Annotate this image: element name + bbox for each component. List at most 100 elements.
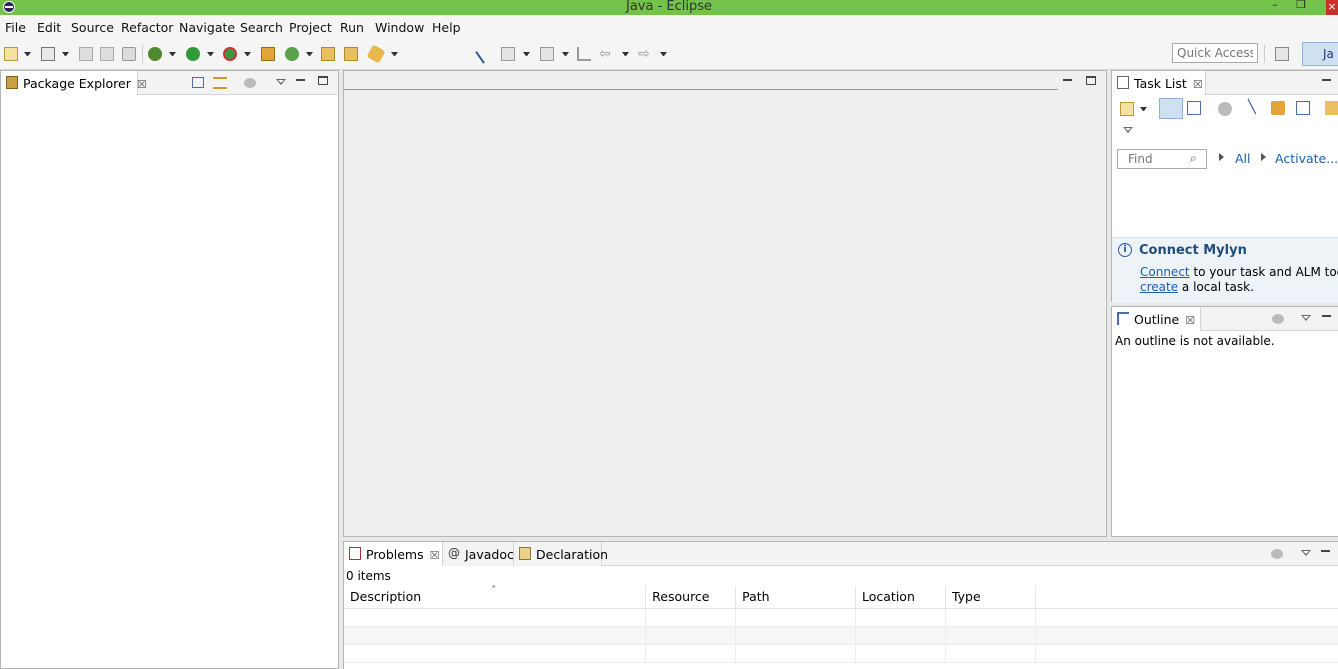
table-row [344,626,1338,645]
debug-dropdown-icon[interactable] [169,52,176,56]
new-task-icon[interactable] [1120,102,1134,116]
run-icon[interactable] [186,47,200,61]
hide-completed-icon[interactable]: ╲ [1248,101,1262,115]
restore-button[interactable]: ❐ [1291,0,1311,13]
prev-annotation-icon[interactable] [540,47,554,61]
sync-icon[interactable] [1271,101,1285,115]
link-with-editor-icon[interactable] [213,77,227,89]
minimize-problems-icon[interactable] [1321,550,1330,552]
java-perspective-button[interactable]: Ja [1302,42,1338,66]
minimize-outline-icon[interactable] [1322,315,1331,317]
tab-problems[interactable]: Problems ☒ [344,542,443,566]
menu-source[interactable]: Source [71,20,114,35]
run-dropdown-icon[interactable] [207,52,214,56]
task-list-tabbar: Task List ☒ [1112,71,1338,95]
new-class-dropdown-icon[interactable] [306,52,313,56]
focus-on-task-icon[interactable] [244,78,256,88]
new-class-icon[interactable] [285,47,299,61]
open-task-icon[interactable] [344,47,358,61]
focus-outline-icon[interactable] [1272,314,1284,324]
javadoc-icon: @ [448,546,460,560]
new-package-icon[interactable] [41,47,55,61]
column-description[interactable]: Description ˆ [344,584,647,609]
maximize-view-icon[interactable] [318,76,328,85]
prev-annotation-dropdown-icon[interactable] [562,52,569,56]
maximize-editor-icon[interactable] [1086,76,1096,85]
menu-project[interactable]: Project [289,20,332,35]
menu-search[interactable]: Search [240,20,283,35]
toolbar-separator [142,45,143,63]
problems-tab-label: Problems [366,547,424,562]
open-perspective-icon[interactable] [1275,47,1289,61]
menu-file[interactable]: File [5,20,26,35]
save-icon[interactable] [79,47,93,61]
column-path[interactable]: Path [735,586,856,609]
back-dropdown-icon[interactable] [622,52,629,56]
new-package-dropdown-icon[interactable] [62,52,69,56]
new-task-dropdown-icon[interactable] [1140,107,1147,111]
collapse-tasks-icon[interactable] [1296,101,1310,115]
categorized-icon[interactable] [1159,98,1183,119]
outline-menu-icon[interactable] [1301,315,1311,321]
close-task-list-icon[interactable]: ☒ [1193,78,1203,91]
tab-task-list[interactable]: Task List ☒ [1112,71,1206,95]
coverage-dropdown-icon[interactable] [244,52,251,56]
minimize-editor-icon[interactable] [1063,79,1072,81]
collapse-all-icon[interactable] [192,77,204,88]
create-link[interactable]: create [1140,280,1178,294]
toggle-mark-icon[interactable] [475,44,495,64]
search-dropdown-icon[interactable] [391,52,398,56]
outline-tab-label: Outline [1134,312,1180,327]
minimize-view-icon[interactable] [296,79,305,81]
back-icon[interactable]: ⇦ [599,47,613,61]
menu-navigate[interactable]: Navigate [179,20,235,35]
connect-mylyn-title: Connect Mylyn [1139,243,1247,258]
close-outline-icon[interactable]: ☒ [1185,314,1195,327]
coverage-icon[interactable] [223,47,237,61]
tab-declaration[interactable]: Declaration [514,542,608,566]
focus-problems-icon[interactable] [1271,549,1283,559]
focus-on-workweek-icon[interactable] [1218,102,1232,116]
view-menu-icon[interactable] [276,79,286,85]
column-resource[interactable]: Resource [645,586,737,609]
save-all-icon[interactable] [100,47,114,61]
connect-link[interactable]: Connect [1140,265,1190,279]
menu-refactor[interactable]: Refactor [121,20,173,35]
activate-link[interactable]: Activate... [1275,151,1338,166]
next-annotation-icon[interactable] [501,47,515,61]
tab-package-explorer[interactable]: Package Explorer ☒ [1,71,147,95]
close-package-explorer-icon[interactable]: ☒ [137,78,147,91]
task-list-menu-icon[interactable] [1123,127,1133,133]
menu-help[interactable]: Help [432,20,461,35]
menu-run[interactable]: Run [340,20,364,35]
minimize-button[interactable]: – [1265,0,1285,13]
print-icon[interactable] [122,47,136,61]
package-explorer-icon [6,76,18,89]
menu-edit[interactable]: Edit [37,20,61,35]
new-java-project-icon[interactable] [261,47,275,61]
minimize-task-list-icon[interactable] [1322,79,1331,81]
problems-menu-icon[interactable] [1301,550,1311,556]
last-edit-icon[interactable] [577,47,591,61]
tab-outline[interactable]: Outline ☒ [1112,307,1201,331]
debug-icon[interactable] [148,47,162,61]
new-dropdown-icon[interactable] [24,52,31,56]
quick-access-input[interactable] [1172,43,1258,63]
task-list-tab-label: Task List [1134,76,1187,91]
close-problems-icon[interactable]: ☒ [430,549,440,562]
menu-window[interactable]: Window [375,20,424,35]
close-button[interactable]: × [1326,0,1338,15]
column-type[interactable]: Type [945,586,1036,609]
filter-all-link[interactable]: All [1235,151,1251,166]
tab-javadoc[interactable]: @ Javadoc [443,542,514,566]
task-repositories-icon[interactable] [1325,101,1338,115]
title-bar: Java - Eclipse – ❐ × [0,0,1338,15]
scheduled-icon[interactable] [1187,101,1201,115]
new-icon[interactable] [4,47,18,61]
column-location[interactable]: Location [855,586,946,609]
search-icon[interactable] [366,44,386,64]
forward-dropdown-icon[interactable] [660,52,667,56]
open-type-icon[interactable] [321,47,335,61]
forward-icon[interactable]: ⇨ [638,47,652,61]
next-annotation-dropdown-icon[interactable] [523,52,530,56]
